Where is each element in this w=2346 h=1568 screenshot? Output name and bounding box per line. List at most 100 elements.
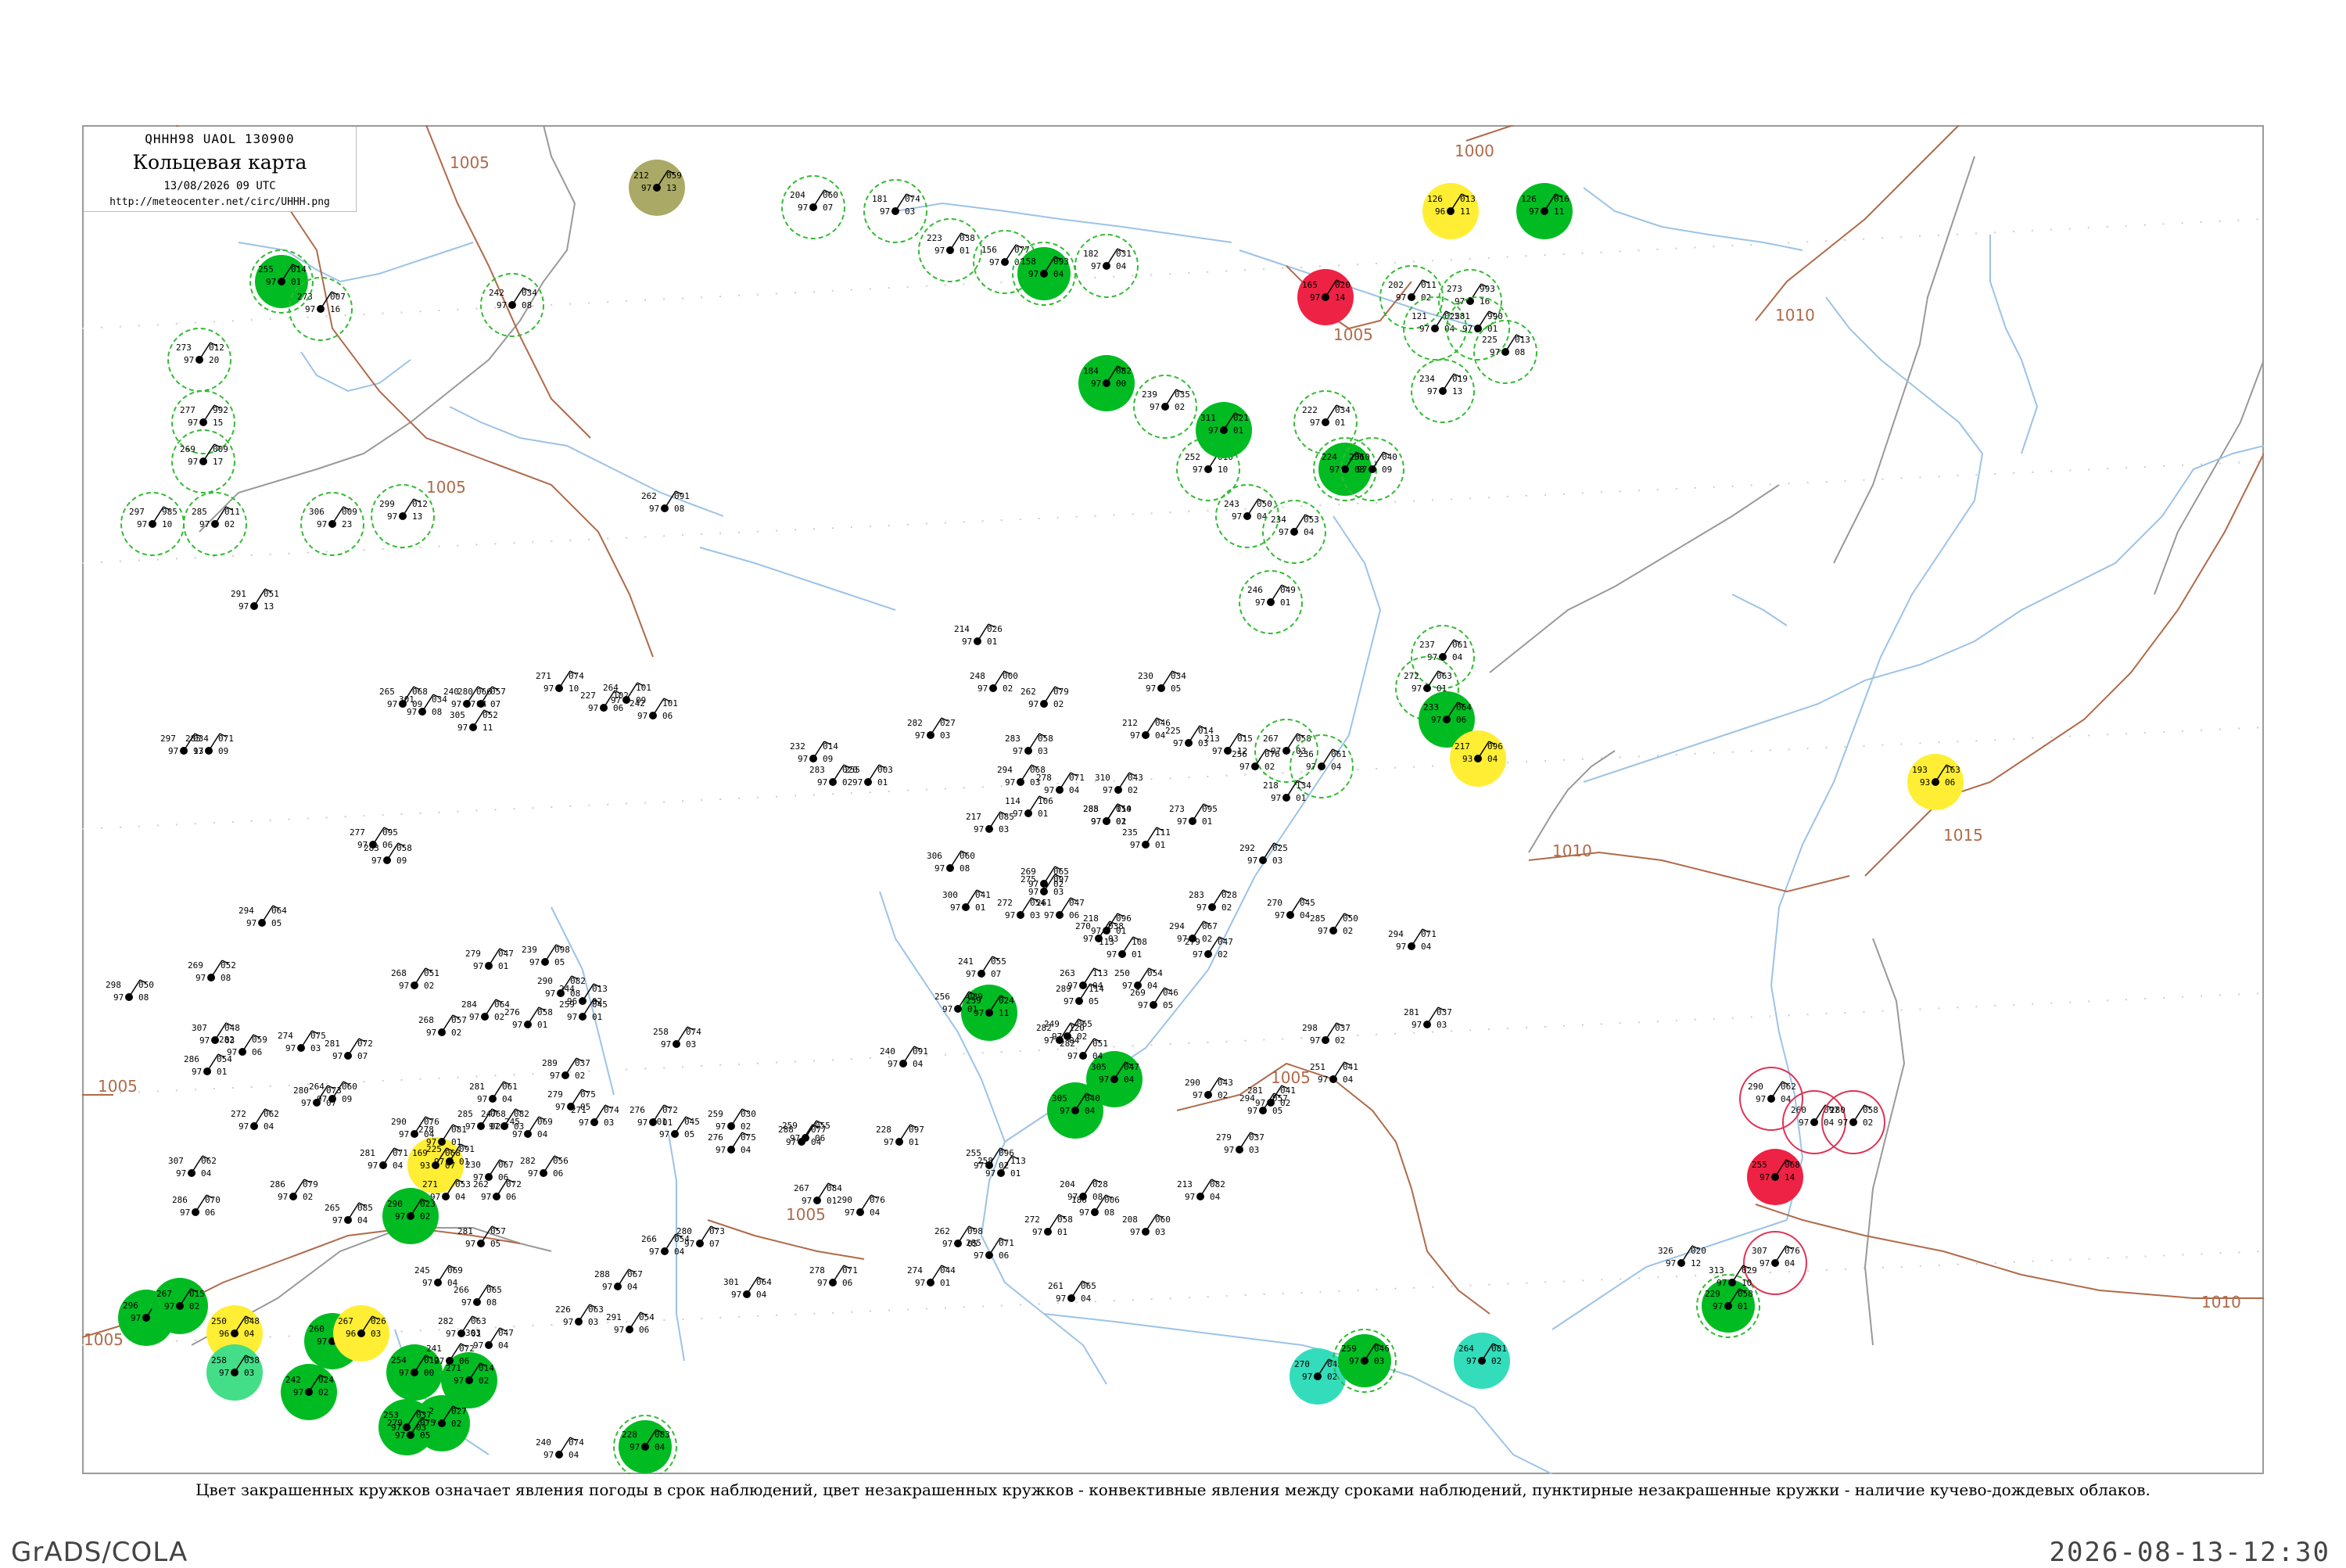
station-temperature: 260 — [309, 1324, 325, 1334]
station-dewpoint: 97 — [1032, 1227, 1042, 1237]
station-plot: 193 163 93 06 — [1907, 754, 1964, 810]
isobar-line — [1864, 453, 2264, 877]
station-pressure: 041 — [1280, 1085, 1296, 1096]
station-temperature: 273 — [297, 292, 313, 302]
station-tendency: 04 — [1069, 1035, 1080, 1046]
border-line — [1833, 156, 1975, 564]
station-dewpoint: 97 — [1247, 856, 1257, 866]
station-temperature: 158 — [1021, 257, 1036, 267]
station-dewpoint: 97 — [934, 863, 945, 874]
station-dewpoint: 97 — [978, 684, 988, 694]
grid-line — [82, 218, 2264, 329]
station-tendency: 07 — [823, 203, 833, 213]
station-pressure: 047 — [1069, 898, 1085, 908]
station-tendency: 01 — [1038, 809, 1048, 819]
station-temperature: 298 — [106, 980, 121, 990]
station-temperature: 267 — [156, 1289, 172, 1299]
station-tendency: 12 — [1691, 1258, 1701, 1268]
station-dewpoint: 97 — [1419, 324, 1429, 334]
station-plot: 239 098 97 05 — [522, 944, 570, 967]
station-dewpoint: 97 — [1224, 1145, 1234, 1155]
station-temperature: 301 — [723, 1277, 739, 1287]
station-dewpoint: 97 — [1310, 418, 1320, 428]
station-plot: 301 03497 08 — [399, 694, 447, 717]
station-plot: 208 060 97 03 — [1122, 1214, 1171, 1237]
station-plot: 182 031 97 04 — [1074, 234, 1139, 298]
station-pressure: 027 — [451, 1406, 467, 1416]
station-tendency: 04 — [498, 1340, 509, 1351]
station-plot: 270 045 97 04 — [1267, 897, 1315, 920]
station-tendency: 02 — [842, 777, 852, 788]
station-pressure: 027 — [940, 718, 956, 728]
station-tendency: 03 — [1053, 887, 1064, 897]
station-temperature: 282 — [438, 1316, 454, 1326]
station-tendency: 02 — [451, 1028, 461, 1038]
station-dewpoint: 97 — [1044, 1035, 1054, 1046]
station-plot: 294 064 97 05 — [239, 905, 287, 928]
station-dewpoint: 97 — [137, 519, 147, 529]
isobar-label: 1005 — [426, 478, 466, 497]
station-tendency: 02 — [1053, 699, 1064, 709]
station-pressure: 076 — [424, 1117, 439, 1127]
station-temperature: 165 — [1302, 280, 1318, 290]
station-pressure: 071 — [999, 1238, 1014, 1248]
station-pressure: 058 — [1057, 1215, 1073, 1225]
station-pressure: 057 — [490, 1226, 506, 1236]
station-temperature: 240 — [536, 1437, 551, 1448]
station-tendency: 14 — [1335, 292, 1346, 303]
station-pressure: 074 — [569, 1437, 584, 1448]
station-plot: 274 044 97 01 — [907, 1265, 956, 1288]
station-temperature: 212 — [633, 170, 649, 181]
station-temperature: 283 — [1005, 734, 1021, 744]
station-tendency: 10 — [1218, 465, 1228, 475]
station-pressure: 028 — [1092, 1179, 1108, 1189]
station-tendency: 13 — [264, 601, 274, 612]
station-tendency: 09 — [342, 1094, 352, 1104]
station-pressure: 076 — [1264, 749, 1280, 759]
river-line — [2068, 445, 2264, 587]
station-dewpoint: 93 — [1920, 777, 1930, 788]
station-pressure: 106 — [1038, 796, 1053, 806]
station-pressure: 134 — [1296, 780, 1311, 791]
station-temperature: 280 — [293, 1085, 309, 1096]
station-temperature: 294 — [1388, 929, 1404, 939]
station-pressure: 069 — [537, 1117, 553, 1127]
station-temperature: 307 — [168, 1156, 184, 1166]
station-dewpoint: 97 — [1028, 699, 1038, 709]
station-tendency: 01 — [1296, 793, 1306, 803]
station-temperature: 202 — [1388, 280, 1404, 290]
synoptic-map[interactable]: 1005100510001005100510101005101010151010… — [82, 125, 2264, 1474]
station-dewpoint: 97 — [184, 355, 194, 365]
station-plot: 212 04697 04 — [1122, 717, 1171, 741]
station-tendency: 11 — [1460, 206, 1470, 217]
station-tendency: 04 — [741, 1145, 752, 1155]
station-dewpoint: 97 — [168, 746, 178, 756]
station-pressure: 053 — [1304, 515, 1319, 525]
station-dewpoint: 97 — [649, 504, 659, 514]
station-dewpoint: 97 — [817, 1278, 827, 1288]
station-dewpoint: 97 — [1302, 1372, 1312, 1382]
station-plot: 282 027 97 03 — [907, 717, 956, 741]
station-dewpoint: 97 — [1310, 292, 1320, 303]
station-temperature: 261 — [1048, 1281, 1064, 1291]
station-dewpoint: 97 — [387, 699, 397, 709]
station-pressure: 054 — [1116, 804, 1132, 814]
station-dewpoint: 93 — [420, 1161, 430, 1171]
station-temperature: 277 — [180, 405, 196, 415]
station-tendency: 04 — [1421, 942, 1432, 952]
station-dewpoint: 97 — [332, 1051, 343, 1061]
station-plot: 269 052 97 08 — [188, 960, 236, 983]
source-url[interactable]: http://meteocenter.net/circ/UHHH.png — [84, 196, 356, 208]
station-tendency: 01 — [537, 1020, 547, 1030]
station-pressure: 051 — [424, 968, 439, 978]
station-plot: 261 065 97 04 — [1048, 1280, 1096, 1304]
station-tendency: 02 — [1863, 1118, 1873, 1128]
border-line — [1489, 484, 1780, 673]
isobar-label: 1005 — [98, 1077, 138, 1096]
station-dewpoint: 97 — [1431, 715, 1441, 725]
station-dewpoint: 97 — [1091, 261, 1101, 271]
station-temperature: 242 — [489, 288, 504, 298]
station-dewpoint: 97 — [798, 754, 808, 764]
station-tendency: 02 — [575, 1071, 585, 1081]
station-dewpoint: 97 — [966, 969, 976, 979]
